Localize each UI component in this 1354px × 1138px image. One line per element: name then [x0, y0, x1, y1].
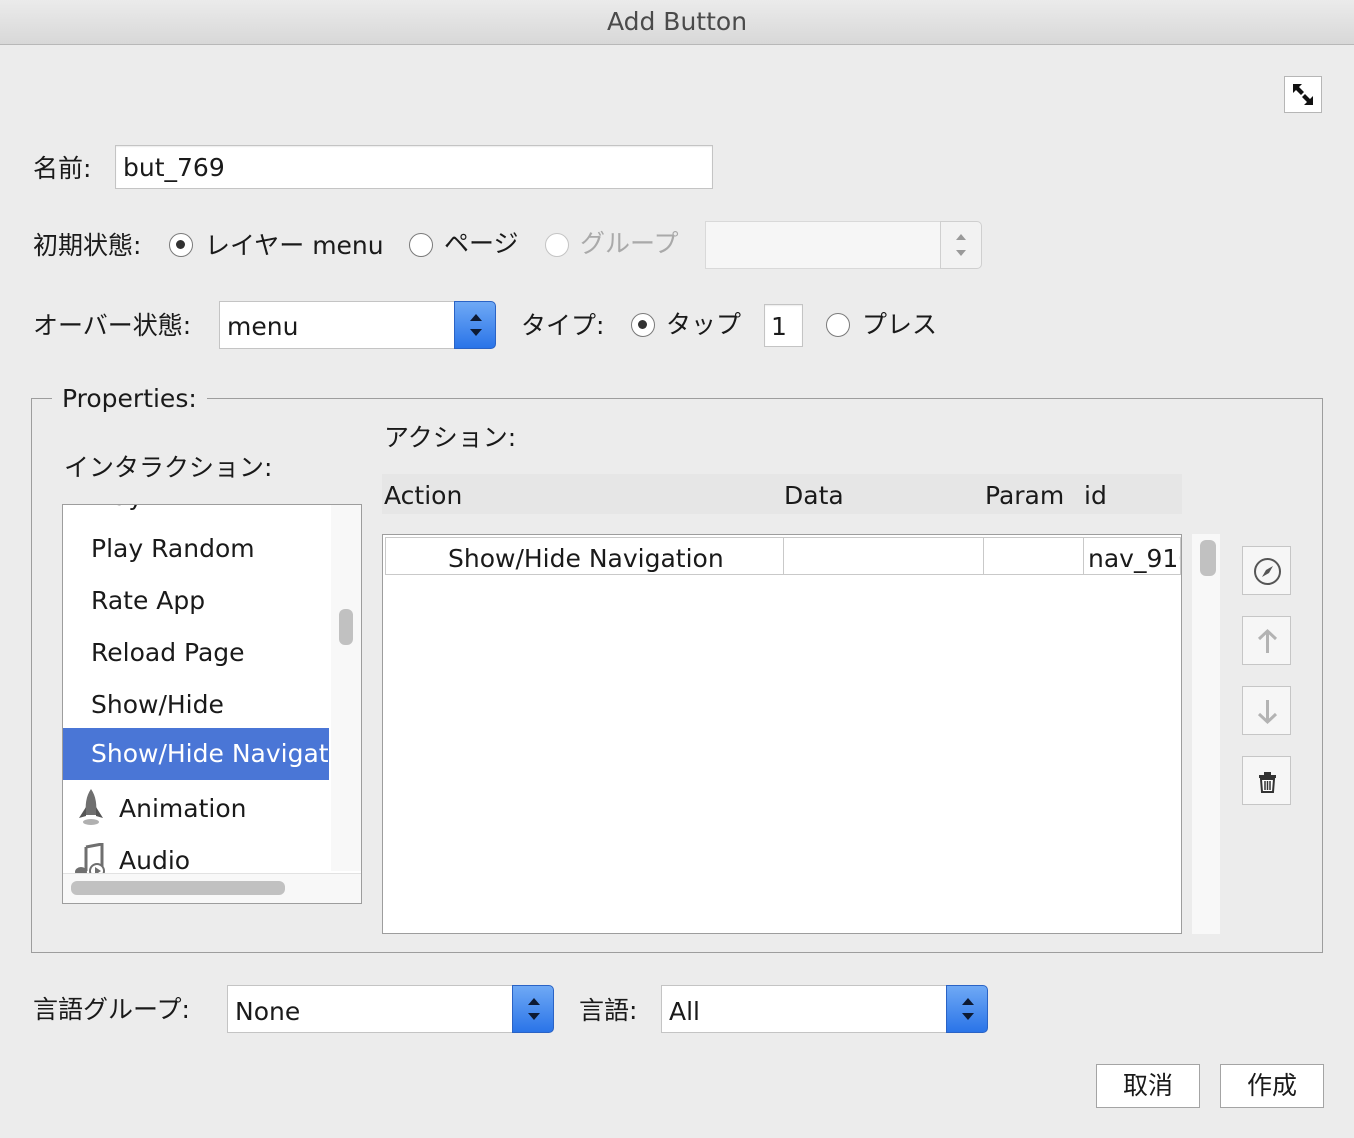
radio-page[interactable]	[409, 233, 433, 257]
radio-group-label: グループ	[580, 229, 679, 258]
list-vscroll[interactable]	[331, 505, 361, 871]
list-item[interactable]: Play Random	[63, 523, 329, 575]
language-label: 言語:	[579, 996, 638, 1025]
column-header-action[interactable]: Action	[384, 474, 462, 514]
radio-layer-label: レイヤー menu	[205, 231, 384, 260]
list-item[interactable]: Reload Page	[63, 627, 329, 679]
over-state-stepper[interactable]	[454, 301, 496, 349]
list-item-label: Audio	[119, 846, 191, 875]
rocket-icon	[79, 789, 103, 825]
navigate-button[interactable]	[1242, 546, 1291, 595]
trash-icon	[1259, 772, 1276, 793]
cell-id[interactable]: nav_910	[1083, 537, 1181, 575]
name-field[interactable]: but_769	[115, 145, 713, 189]
cell-data[interactable]	[783, 537, 984, 575]
tap-count-field[interactable]: 1	[764, 304, 803, 347]
initial-state-label: 初期状態:	[33, 231, 142, 260]
expand-icon	[1293, 84, 1313, 105]
fullscreen-button[interactable]	[1284, 76, 1322, 113]
move-down-button[interactable]	[1242, 686, 1291, 735]
list-item[interactable]: Rate App	[63, 575, 329, 627]
over-state-label: オーバー状態:	[33, 311, 192, 340]
radio-tap-label: タップ	[666, 310, 742, 339]
over-state-select[interactable]: menu	[219, 301, 455, 349]
radio-press[interactable]	[826, 313, 850, 337]
table-vscroll-thumb[interactable]	[1200, 540, 1216, 576]
column-header-id[interactable]: id	[1084, 474, 1107, 514]
cell-param[interactable]	[983, 537, 1084, 575]
type-label: タイプ:	[521, 311, 605, 340]
name-label: 名前:	[33, 154, 92, 183]
radio-press-label: プレス	[862, 310, 938, 339]
language-group-select[interactable]: None	[227, 985, 513, 1033]
list-vscroll-thumb[interactable]	[339, 609, 353, 645]
move-up-button[interactable]	[1242, 616, 1291, 665]
column-header-data[interactable]: Data	[784, 474, 844, 514]
compass-icon	[1254, 558, 1281, 585]
language-group-label: 言語グループ:	[33, 995, 190, 1024]
language-group-stepper[interactable]	[512, 985, 554, 1033]
language-select[interactable]: All	[661, 985, 947, 1033]
arrow-up-icon	[1257, 628, 1278, 653]
group-select-stepper[interactable]	[940, 221, 982, 269]
group-select[interactable]	[705, 221, 941, 269]
list-item-selected[interactable]: Show/Hide Navigat	[63, 728, 329, 780]
arrow-down-icon	[1257, 700, 1278, 725]
language-stepper[interactable]	[946, 985, 988, 1033]
cell-action[interactable]: Show/Hide Navigation	[385, 537, 784, 575]
cancel-button[interactable]: 取消	[1096, 1064, 1200, 1108]
list-item[interactable]: Show/Hide	[63, 679, 329, 731]
radio-page-label: ページ	[444, 229, 519, 258]
table-vscroll[interactable]	[1192, 534, 1220, 934]
delete-button[interactable]	[1242, 756, 1291, 805]
action-table[interactable]: Show/Hide Navigation nav_910	[382, 534, 1182, 934]
radio-layer[interactable]	[169, 233, 193, 257]
action-label: アクション:	[384, 423, 517, 452]
create-button[interactable]: 作成	[1220, 1064, 1324, 1108]
list-item-label: Animation	[119, 794, 247, 823]
radio-group[interactable]	[545, 233, 569, 257]
radio-tap[interactable]	[631, 313, 655, 337]
interaction-list[interactable]: Play Play Random Rate App Reload Page Sh…	[62, 504, 362, 904]
list-item[interactable]: Animation	[63, 783, 329, 835]
properties-title: Properties:	[52, 384, 207, 414]
interaction-label: インタラクション:	[64, 453, 273, 482]
column-header-param[interactable]: Param	[985, 474, 1064, 514]
list-item[interactable]: Play	[63, 505, 329, 523]
list-hscroll-thumb[interactable]	[71, 881, 285, 895]
window-title: Add Button	[0, 0, 1354, 45]
